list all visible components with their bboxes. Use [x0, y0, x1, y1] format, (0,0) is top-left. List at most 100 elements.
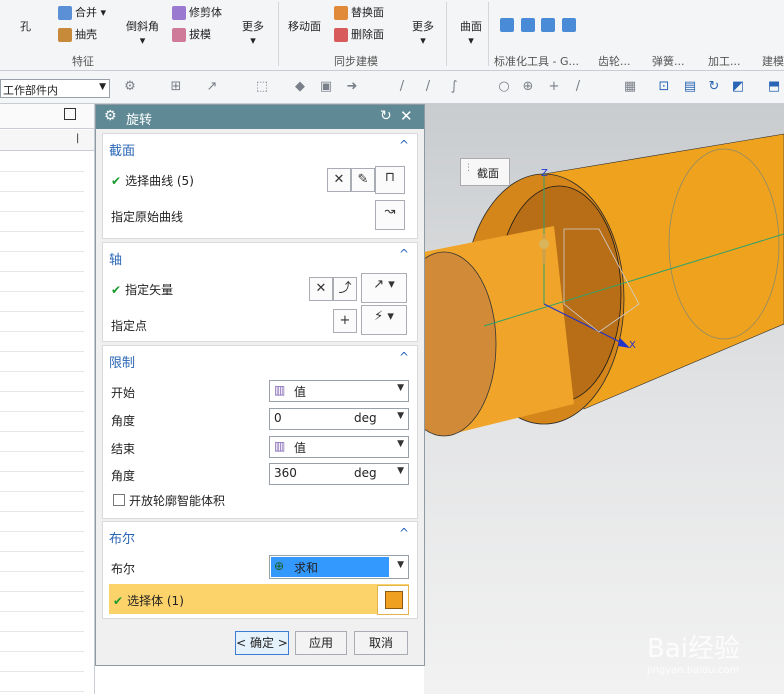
more-sync-button[interactable]: 更多 ▾ — [412, 18, 434, 47]
chevron-up-icon[interactable]: ^ — [399, 526, 409, 540]
delete-face-button[interactable]: 删除面 — [334, 26, 384, 42]
move-face-button[interactable]: 移动面 — [288, 18, 321, 34]
bool-type-select[interactable]: ⊕ 求和 ▼ — [269, 555, 409, 579]
model-view[interactable]: Z X — [391, 104, 784, 694]
plus-icon[interactable]: + — [546, 79, 562, 95]
angle2-input[interactable]: 360 deg ▼ — [269, 463, 409, 485]
navigator-row[interactable] — [0, 612, 84, 632]
draft-button[interactable]: 拔模 — [172, 26, 211, 42]
pick-icon[interactable]: ↗ — [204, 79, 220, 95]
chevron-down-icon[interactable]: ▼ — [397, 466, 404, 476]
chevron-down-icon[interactable]: ▼ — [397, 411, 404, 421]
section-title[interactable]: 截面 — [109, 140, 135, 159]
navigator-row[interactable] — [0, 492, 84, 512]
navigator-row[interactable] — [0, 472, 84, 492]
navigator-row[interactable] — [0, 572, 84, 592]
group-mach-label[interactable]: 加工... — [708, 53, 741, 69]
reset-icon[interactable]: ↻ — [380, 108, 392, 124]
group-gear-label[interactable]: 齿轮... — [598, 53, 631, 69]
std-tools-icons[interactable] — [500, 18, 579, 32]
more-feature-button[interactable]: 更多 ▾ — [242, 18, 264, 47]
select-body-button[interactable] — [377, 585, 409, 615]
drag-handle-icon[interactable]: ⋮ — [464, 163, 473, 173]
end-type-select[interactable]: ▥ 值 ▼ — [269, 436, 409, 458]
zoom-icon[interactable]: ⊡ — [656, 79, 672, 95]
section-tooltip[interactable]: ⋮ 截面 — [460, 158, 510, 186]
line-icon[interactable]: / — [570, 79, 586, 95]
cancel-button[interactable]: 取消 — [354, 631, 408, 655]
graphics-viewport[interactable]: Z X ⋮ 截面 — [391, 104, 784, 694]
trim-body-button[interactable]: 修剪体 — [172, 4, 222, 20]
line-icon[interactable]: / — [420, 79, 436, 95]
navigator-row[interactable] — [0, 532, 84, 552]
close-icon[interactable]: ✕ — [400, 107, 413, 125]
section-title[interactable]: 布尔 — [109, 528, 135, 547]
reverse-vector-button[interactable]: ✕ — [309, 277, 333, 301]
solid-icon[interactable]: ◆ — [292, 79, 308, 95]
curve-rule-button[interactable]: ⊓ — [375, 166, 405, 194]
chevron-up-icon[interactable]: ^ — [399, 350, 409, 364]
navigator-row[interactable] — [0, 332, 84, 352]
view-icon[interactable]: ⬒ — [766, 79, 782, 95]
navigator-row[interactable] — [0, 512, 84, 532]
apply-button[interactable]: 应用 — [295, 631, 347, 655]
line-icon[interactable]: / — [394, 79, 410, 95]
replace-face-button[interactable]: 替换面 — [334, 4, 384, 20]
surface-button[interactable]: 曲面 ▾ — [460, 18, 482, 47]
navigator-row[interactable] — [0, 152, 84, 172]
navigator-row[interactable] — [0, 412, 84, 432]
navigator-row[interactable] — [0, 312, 84, 332]
curve-select-button[interactable]: ↝ — [375, 200, 405, 230]
navigator-row[interactable] — [0, 292, 84, 312]
chevron-up-icon[interactable]: ^ — [399, 138, 409, 152]
angle1-input[interactable]: 0 deg ▼ — [269, 408, 409, 430]
chevron-up-icon[interactable]: ^ — [399, 247, 409, 261]
navigator-row[interactable] — [0, 432, 84, 452]
box-select-icon[interactable]: ⬚ — [254, 79, 270, 95]
select-curve-row[interactable]: ✔ 选择曲线 (5) — [111, 172, 194, 189]
selection-scope-select[interactable]: 工作部件内 ▼ — [0, 79, 110, 98]
vector-row[interactable]: ✔ 指定矢量 — [111, 281, 173, 298]
navigator-row[interactable] — [0, 352, 84, 372]
target-icon[interactable]: ⊕ — [520, 79, 536, 95]
navigator-row[interactable] — [0, 272, 84, 292]
circle-icon[interactable]: ○ — [496, 79, 512, 95]
rotate-icon[interactable]: ↻ — [706, 79, 722, 95]
filter-icon[interactable]: ⚙ — [122, 79, 138, 95]
navigator-row[interactable] — [0, 172, 84, 192]
reverse-direction-button[interactable]: ✕ — [327, 168, 351, 192]
open-profile-checkbox[interactable] — [113, 494, 125, 506]
navigator-row[interactable] — [0, 252, 84, 272]
curve-icon[interactable]: ∫ — [446, 79, 462, 95]
fit-icon[interactable]: ▤ — [682, 79, 698, 95]
navigator-row[interactable] — [0, 672, 84, 692]
navigator-row[interactable] — [0, 592, 84, 612]
navigator-row[interactable] — [0, 652, 84, 672]
snap-icon[interactable]: ⊞ — [168, 79, 184, 95]
group-std-label[interactable]: 标准化工具 - G... — [494, 53, 579, 69]
cube-icon[interactable]: ▣ — [318, 79, 334, 95]
navigator-row[interactable] — [0, 632, 84, 652]
ok-button[interactable]: < 确定 > — [235, 631, 289, 655]
vector-type-select[interactable]: ↗ ▾ — [361, 273, 407, 303]
render-icon[interactable]: ◩ — [730, 79, 746, 95]
arrow-right-icon[interactable]: ➜ — [344, 79, 360, 95]
group-build-label[interactable]: 建模 — [762, 53, 784, 69]
vector-dialog-button[interactable]: ⤴ — [333, 277, 357, 301]
navigator-row[interactable] — [0, 232, 84, 252]
select-body-row[interactable]: ✔ 选择体 (1) — [109, 584, 409, 615]
navigator-row[interactable] — [0, 212, 84, 232]
navigator-row[interactable] — [0, 552, 84, 572]
navigator-row[interactable] — [0, 372, 84, 392]
group-spring-label[interactable]: 弹簧... — [652, 53, 685, 69]
navigator-row[interactable] — [0, 392, 84, 412]
navigator-row[interactable] — [0, 452, 84, 472]
maximize-icon[interactable] — [64, 108, 76, 120]
sketch-icon[interactable]: ✎ — [351, 168, 375, 192]
start-type-select[interactable]: ▥ 值 ▼ — [269, 380, 409, 402]
combine-button[interactable]: 合并 ▾ — [58, 4, 106, 20]
point-type-select[interactable]: ⚡ ▾ — [361, 305, 407, 335]
navigator-row[interactable] — [0, 192, 84, 212]
shell-button[interactable]: 抽壳 — [58, 26, 97, 42]
vector-handle-knob[interactable] — [539, 239, 549, 249]
